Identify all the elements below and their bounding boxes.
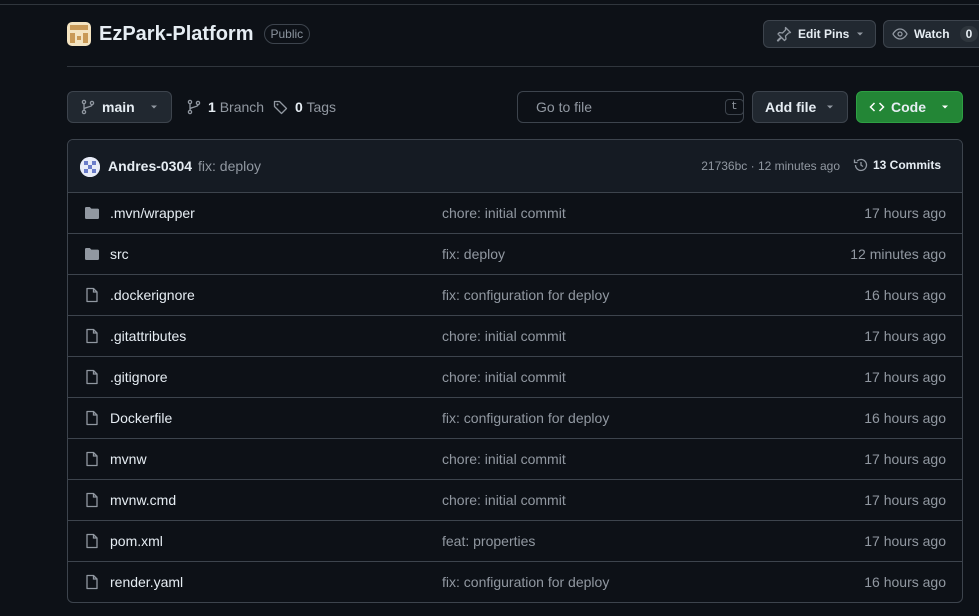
branch-count: 1 [208, 99, 216, 115]
file-name[interactable]: pom.xml [110, 533, 163, 549]
folder-icon [84, 205, 100, 224]
code-button[interactable]: Code [856, 91, 963, 123]
branch-icon [81, 99, 95, 115]
commit-hash-time[interactable]: 21736bc · 12 minutes ago [701, 159, 840, 173]
file-row[interactable]: pom.xml feat: properties 17 hours ago [68, 521, 962, 562]
commits-link[interactable]: 13 Commits [853, 157, 941, 173]
file-icon [84, 451, 100, 470]
file-commit-time: 12 minutes ago [850, 246, 946, 262]
file-commit-message[interactable]: fix: configuration for deploy [442, 410, 609, 426]
edit-pins-button[interactable]: Edit Pins [763, 20, 877, 48]
search-input[interactable] [536, 99, 717, 115]
folder-icon [84, 246, 100, 265]
file-commit-message[interactable]: chore: initial commit [442, 369, 566, 385]
tag-count: 0 [295, 99, 303, 115]
header-divider [67, 66, 979, 67]
file-commit-message[interactable]: fix: deploy [442, 246, 505, 262]
file-name[interactable]: mvnw [110, 451, 147, 467]
file-icon [84, 492, 100, 511]
branch-icon [187, 99, 201, 115]
file-icon [84, 369, 100, 388]
edit-pins-label: Edit Pins [798, 27, 850, 41]
go-to-file-search[interactable]: t [517, 91, 744, 123]
watch-label: Watch [914, 27, 950, 41]
file-row[interactable]: render.yaml fix: configuration for deploy… [68, 562, 962, 602]
commit-message[interactable]: fix: deploy [198, 158, 261, 174]
branches-link[interactable]: 1 Branch [186, 91, 264, 123]
file-commit-message[interactable]: chore: initial commit [442, 205, 566, 221]
file-commit-time: 17 hours ago [864, 369, 946, 385]
code-label: Code [891, 99, 926, 115]
watch-count: 0 [959, 26, 979, 42]
repo-name[interactable]: EzPark-Platform [99, 23, 254, 46]
file-name[interactable]: mvnw.cmd [110, 492, 176, 508]
add-file-label: Add file [765, 99, 817, 115]
branch-selector[interactable]: main [67, 91, 172, 123]
file-icon [84, 287, 100, 306]
file-icon [84, 533, 100, 552]
file-name[interactable]: .mvn/wrapper [110, 205, 195, 221]
file-commit-time: 17 hours ago [864, 205, 946, 221]
shortcut-hint: t [725, 99, 744, 115]
file-row[interactable]: mvnw chore: initial commit 17 hours ago [68, 439, 962, 480]
file-commit-message[interactable]: chore: initial commit [442, 492, 566, 508]
file-commit-message[interactable]: feat: properties [442, 533, 535, 549]
file-list: .mvn/wrapper chore: initial commit 17 hour… [68, 193, 962, 602]
file-commit-time: 17 hours ago [864, 533, 946, 549]
branch-label: Branch [219, 99, 265, 115]
pin-icon [776, 26, 792, 42]
file-commit-time: 16 hours ago [864, 287, 946, 303]
file-row[interactable]: .dockerignore fix: configuration for depl… [68, 275, 962, 316]
top-border [0, 0, 979, 5]
repo-avatar[interactable] [67, 22, 91, 46]
file-commit-time: 17 hours ago [864, 328, 946, 344]
chevron-down-icon [942, 105, 948, 109]
visibility-badge: Public [263, 24, 311, 44]
tag-label: Tags [306, 99, 337, 115]
file-name[interactable]: .gitattributes [110, 328, 186, 344]
file-commit-time: 17 hours ago [864, 492, 946, 508]
branch-name: main [102, 99, 135, 115]
file-commit-message[interactable]: chore: initial commit [442, 451, 566, 467]
tag-icon [273, 100, 288, 115]
file-name[interactable]: render.yaml [110, 574, 183, 590]
history-icon [853, 158, 868, 172]
file-commit-time: 16 hours ago [864, 574, 946, 590]
code-icon [869, 102, 885, 112]
commits-label: Commits [889, 158, 941, 172]
chevron-down-icon [857, 32, 864, 36]
file-row[interactable]: .gitattributes chore: initial commit 17 ho… [68, 316, 962, 357]
file-commit-time: 16 hours ago [864, 410, 946, 426]
file-icon [84, 328, 100, 347]
file-row[interactable]: src fix: deploy 12 minutes ago [68, 234, 962, 275]
repo-header: EzPark-Platform Public [67, 22, 311, 46]
file-name[interactable]: .gitignore [110, 369, 168, 385]
file-commit-message[interactable]: chore: initial commit [442, 328, 566, 344]
watch-button[interactable]: Watch 0 [883, 20, 979, 48]
commit-author[interactable]: Andres-0304 [108, 158, 192, 174]
chevron-down-icon [827, 105, 833, 109]
file-name[interactable]: src [110, 246, 129, 262]
file-icon [84, 574, 100, 593]
tags-link[interactable]: 0 Tags [273, 91, 336, 123]
file-commit-message[interactable]: fix: configuration for deploy [442, 574, 609, 590]
commits-count: 13 [872, 158, 887, 172]
latest-commit-row: Andres-0304 fix: deploy 21736bc · 12 min… [68, 140, 962, 193]
file-row[interactable]: .gitignore chore: initial commit 17 hours … [68, 357, 962, 398]
file-row[interactable]: mvnw.cmd chore: initial commit 17 hours ag… [68, 480, 962, 521]
add-file-button[interactable]: Add file [752, 91, 848, 123]
file-icon [84, 410, 100, 429]
author-avatar[interactable] [80, 157, 100, 177]
file-row[interactable]: .mvn/wrapper chore: initial commit 17 hour… [68, 193, 962, 234]
file-name[interactable]: Dockerfile [110, 410, 172, 426]
file-commit-time: 17 hours ago [864, 451, 946, 467]
file-row[interactable]: Dockerfile fix: configuration for deploy 1… [68, 398, 962, 439]
chevron-down-icon [151, 105, 157, 109]
file-name[interactable]: .dockerignore [110, 287, 195, 303]
file-commit-message[interactable]: fix: configuration for deploy [442, 287, 609, 303]
eye-icon [892, 28, 908, 40]
file-table: Andres-0304 fix: deploy 21736bc · 12 min… [67, 139, 963, 603]
